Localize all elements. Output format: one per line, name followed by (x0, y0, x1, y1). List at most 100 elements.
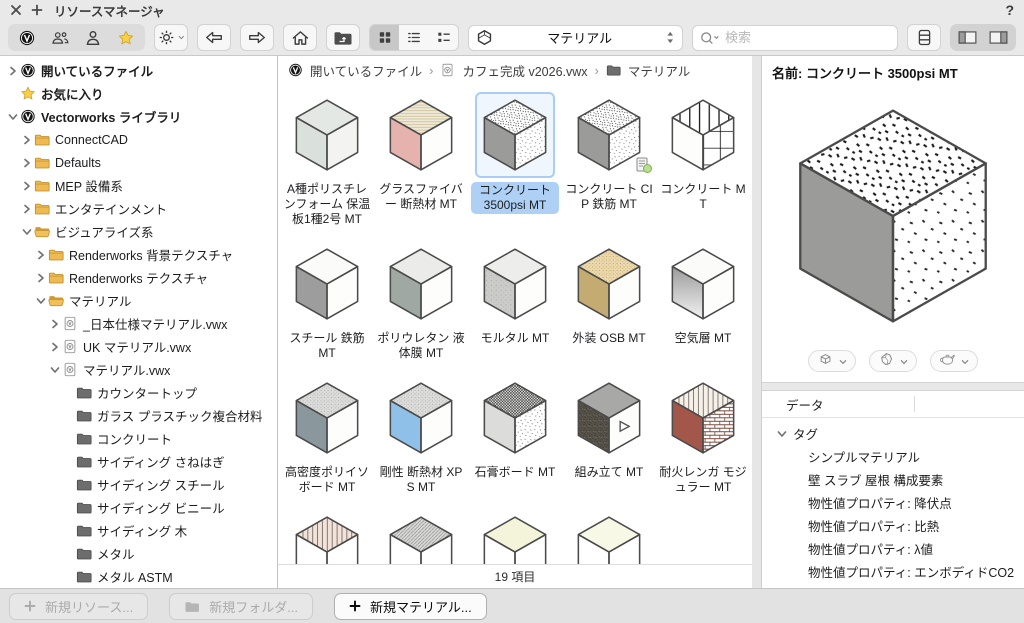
detail-view-button[interactable] (429, 25, 458, 50)
preview-teapot-button[interactable] (930, 350, 978, 372)
material-thumbnail[interactable] (381, 509, 461, 564)
material-thumbnail[interactable] (475, 92, 555, 178)
material-item[interactable]: モルタル MT (468, 235, 562, 361)
material-item[interactable]: A種ポリスチレンフォーム 保温板1種2号 MT (280, 86, 374, 227)
material-thumbnail[interactable] (569, 92, 649, 178)
material-item[interactable]: コンクリート MT (656, 86, 750, 227)
chevron-right-icon[interactable] (6, 66, 20, 76)
material-thumbnail[interactable] (569, 241, 649, 327)
back-button[interactable] (197, 24, 231, 51)
vectorworks-logo-icon[interactable] (18, 30, 36, 46)
material-thumbnail[interactable] (381, 241, 461, 327)
sidebar-item[interactable]: ビジュアライズ系 (0, 220, 277, 243)
sidebar-item[interactable]: UK マテリアル.vwx (0, 335, 277, 358)
material-thumbnail[interactable] (381, 375, 461, 461)
new-material-button[interactable]: 新規マテリアル... (334, 593, 487, 620)
chevron-right-icon[interactable] (20, 204, 34, 214)
home-button[interactable] (283, 24, 317, 51)
breadcrumb-item[interactable]: マテリアル (628, 61, 690, 80)
sidebar-item[interactable]: ガラス プラスチック複合材料 (0, 404, 277, 427)
material-item[interactable]: 高密度ポリイソ ボード MT (280, 369, 374, 495)
sidebar-item[interactable]: カウンタートップ (0, 381, 277, 404)
sidebar-item[interactable]: お気に入り (0, 82, 277, 105)
chevron-down-icon[interactable] (6, 113, 20, 121)
up-folder-button[interactable] (326, 24, 360, 51)
sidebar-item[interactable]: マテリアル (0, 289, 277, 312)
resource-type-dropdown[interactable]: マテリアル (468, 25, 683, 51)
chevron-right-icon[interactable] (48, 342, 62, 352)
material-thumbnail[interactable] (287, 241, 367, 327)
material-thumbnail[interactable] (663, 92, 743, 178)
sidebar-item[interactable]: Renderworks 背景テクスチャ (0, 243, 277, 266)
material-item[interactable]: ポリウレタン 液体膜 MT (374, 235, 468, 361)
material-item[interactable] (468, 503, 562, 564)
panel-splitter[interactable] (752, 56, 762, 588)
sidebar-item[interactable]: Vectorworks ライブラリ (0, 105, 277, 128)
sidebar-item[interactable]: Renderworks テクスチャ (0, 266, 277, 289)
shared-libraries-icon[interactable] (51, 30, 69, 46)
material-thumbnail[interactable] (475, 375, 555, 461)
breadcrumb-item[interactable]: カフェ完成 v2026.vwx (462, 61, 587, 80)
search-icon[interactable] (700, 31, 721, 45)
search-input[interactable] (725, 30, 890, 45)
list-view-button[interactable] (399, 25, 428, 50)
material-item[interactable]: コンクリート CIP 鉄筋 MT (562, 86, 656, 227)
sidebar-item[interactable]: サイディング 木 (0, 519, 277, 542)
sidebar-item[interactable]: エンタテインメント (0, 197, 277, 220)
chevron-right-icon[interactable] (20, 181, 34, 191)
tag-item[interactable]: 物性値プロパティ: 降伏点 (762, 491, 1024, 514)
sidebar-item[interactable]: サイディング スチール (0, 473, 277, 496)
grid-view-button[interactable] (370, 25, 399, 50)
sidebar-item[interactable]: サイディング さねはぎ (0, 450, 277, 473)
chevron-right-icon[interactable] (34, 250, 48, 260)
forward-button[interactable] (240, 24, 274, 51)
material-thumbnail[interactable] (475, 509, 555, 564)
preview-stone-button[interactable] (869, 350, 917, 372)
material-thumbnail[interactable] (287, 92, 367, 178)
material-thumbnail[interactable] (287, 509, 367, 564)
chevron-down-icon[interactable] (20, 228, 34, 236)
material-thumbnail[interactable] (287, 375, 367, 461)
user-libraries-icon[interactable] (84, 30, 102, 46)
tag-item[interactable]: 壁 スラブ 屋根 構成要素 (762, 468, 1024, 491)
chevron-down-icon[interactable] (48, 366, 62, 374)
tag-item[interactable]: 物性値プロパティ: 比熱 (762, 514, 1024, 537)
help-button[interactable]: ? (1005, 2, 1014, 18)
data-tab-header[interactable]: データ (762, 391, 1024, 418)
sidebar-item[interactable]: コンクリート (0, 427, 277, 450)
breadcrumb-item[interactable]: 開いているファイル (310, 61, 422, 80)
tag-item[interactable]: 物性値プロパティ: エンボディドCO2 (762, 560, 1024, 583)
sidebar-item[interactable]: 開いているファイル (0, 59, 277, 82)
material-item[interactable]: コンクリート 3500psi MT (468, 86, 562, 227)
sidebar-item[interactable]: _日本仕様マテリアル.vwx (0, 312, 277, 335)
material-item[interactable]: グラスファイバー 断熱材 MT (374, 86, 468, 227)
material-item[interactable]: 石膏ボード MT (468, 369, 562, 495)
material-thumbnail[interactable] (663, 375, 743, 461)
chevron-right-icon[interactable] (48, 319, 62, 329)
material-item[interactable]: 耐火レンガ モジュラー MT (656, 369, 750, 495)
sidebar-item[interactable]: MEP 設備系 (0, 174, 277, 197)
preview-box-button[interactable] (808, 350, 856, 372)
sidebar-item[interactable]: ConnectCAD (0, 128, 277, 151)
material-item[interactable] (374, 503, 468, 564)
sidebar-item[interactable]: Defaults (0, 151, 277, 174)
left-panel-toggle[interactable] (952, 26, 983, 49)
chevron-right-icon[interactable] (34, 273, 48, 283)
chevron-right-icon[interactable] (20, 135, 34, 145)
material-thumbnail[interactable] (569, 375, 649, 461)
new-window-icon[interactable] (31, 4, 43, 16)
material-item[interactable]: 空気層 MT (656, 235, 750, 361)
chevron-right-icon[interactable] (20, 158, 34, 168)
material-thumbnail[interactable] (381, 92, 461, 178)
sidebar-item[interactable]: サイディング ビニール (0, 496, 277, 519)
right-panel-toggle[interactable] (983, 26, 1014, 49)
material-thumbnail[interactable] (475, 241, 555, 327)
settings-button[interactable] (154, 24, 188, 51)
sidebar-item[interactable]: マテリアル.vwx (0, 358, 277, 381)
material-thumbnail[interactable] (663, 241, 743, 327)
tag-item[interactable]: シンプルマテリアル (762, 445, 1024, 468)
sidebar-item[interactable]: メタル (0, 542, 277, 565)
material-item[interactable]: 外装 OSB MT (562, 235, 656, 361)
material-item[interactable]: 剛性 断熱材 XPS MT (374, 369, 468, 495)
material-item[interactable]: 組み立て MT (562, 369, 656, 495)
